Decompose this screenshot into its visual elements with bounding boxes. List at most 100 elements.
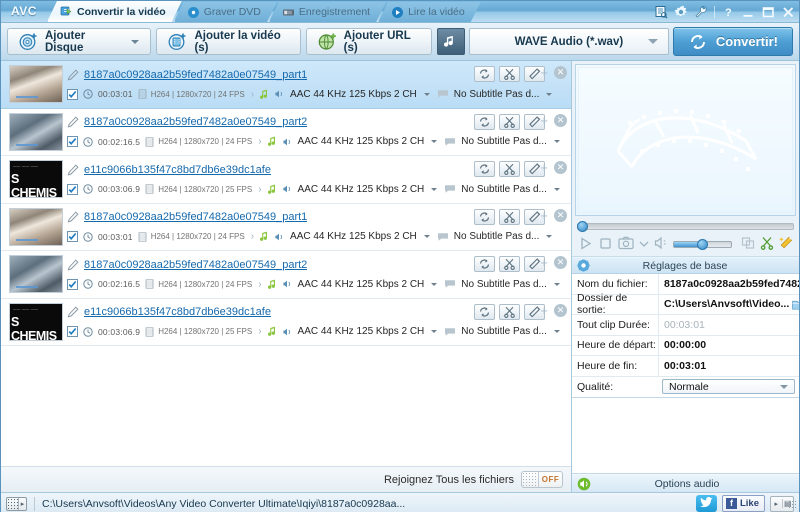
tab-recording[interactable]: Enregistrement — [269, 2, 386, 22]
settings-value[interactable]: 00:03:01 — [658, 356, 799, 376]
snapshot-button[interactable] — [618, 236, 634, 253]
join-files-toggle[interactable]: OFF — [521, 471, 563, 488]
settings-value[interactable]: C:\Users\Anvsoft\Video... — [658, 294, 799, 314]
file-name-link[interactable]: e11c9066b135f47c8bd7db6e39dc1afe — [84, 164, 271, 176]
cut-button[interactable] — [499, 113, 520, 130]
cut-button[interactable] — [760, 236, 774, 253]
remove-row-icon[interactable]: ✕ — [554, 66, 567, 79]
rename-icon[interactable] — [67, 164, 79, 176]
video-thumbnail[interactable]: —— —— —— S CHEMIS — [9, 160, 63, 199]
stop-button[interactable] — [598, 236, 613, 254]
rotate-button[interactable] — [474, 208, 495, 225]
rotate-button[interactable] — [474, 303, 495, 320]
output-format-select[interactable]: WAVE Audio (*.wav) — [468, 28, 669, 55]
video-thumbnail[interactable] — [9, 207, 63, 246]
audio-dropdown-icon[interactable] — [431, 282, 438, 286]
file-name-link[interactable]: 8187a0c0928aa2b59fed7482a0e07549_part1 — [84, 211, 307, 223]
file-name-link[interactable]: 8187a0c0928aa2b59fed7482a0e07549_part2 — [84, 116, 307, 128]
tab-convert-video[interactable]: Convertir la vidéo — [47, 1, 182, 22]
settings-value[interactable]: 8187a0c0928aa2b59fed7482... — [658, 274, 799, 294]
remove-row-icon[interactable]: ✕ — [554, 208, 567, 222]
seek-bar[interactable] — [572, 219, 799, 233]
table-row[interactable]: 8187a0c0928aa2b59fed7482a0e07549_part1 00… — [1, 61, 571, 109]
fullscreen-button[interactable] — [741, 236, 755, 253]
rotate-button[interactable] — [474, 113, 495, 130]
audio-dropdown-icon[interactable] — [431, 140, 438, 144]
rename-icon[interactable] — [67, 306, 79, 318]
remove-row-icon[interactable]: ✕ — [554, 303, 567, 317]
add-disc-button[interactable]: Ajouter Disque — [7, 28, 152, 55]
wrench-icon[interactable] — [694, 5, 708, 19]
subtitle-dropdown-icon[interactable] — [546, 92, 553, 96]
chevron-down-icon[interactable] — [131, 39, 140, 44]
cut-button[interactable] — [499, 256, 520, 272]
rotate-button[interactable] — [474, 161, 495, 177]
folder-browse-icon[interactable] — [792, 299, 799, 310]
add-row-icon[interactable]: + — [540, 256, 548, 269]
statusbar-panel-toggle[interactable]: ▸ — [6, 496, 27, 511]
settings-value[interactable]: 00:00:00 — [658, 335, 799, 355]
volume-button[interactable] — [654, 236, 668, 253]
seek-track[interactable] — [577, 220, 794, 232]
cut-button[interactable] — [499, 208, 520, 225]
video-thumbnail[interactable] — [9, 112, 63, 151]
table-row[interactable]: —— —— —— S CHEMIS e11c9066b135f47c8bd7db6e… — [1, 299, 571, 346]
audio-dropdown-icon[interactable] — [431, 330, 438, 334]
file-list[interactable]: 8187a0c0928aa2b59fed7482a0e07549_part1 00… — [1, 61, 571, 466]
twitter-share-button[interactable] — [695, 495, 717, 512]
subtitle-dropdown-icon[interactable] — [553, 187, 560, 191]
rename-icon[interactable] — [67, 116, 79, 128]
row-checkbox[interactable] — [67, 183, 78, 195]
volume-slider[interactable] — [673, 239, 732, 250]
rename-icon[interactable] — [67, 69, 79, 81]
video-thumbnail[interactable]: —— —— —— S CHEMIS — [9, 302, 63, 341]
add-row-icon[interactable]: + — [540, 161, 548, 174]
chevron-down-icon[interactable] — [639, 239, 649, 251]
help-button[interactable]: ? — [721, 5, 735, 19]
rotate-button[interactable] — [474, 66, 495, 82]
row-checkbox[interactable] — [67, 326, 78, 338]
table-row[interactable]: 8187a0c0928aa2b59fed7482a0e07549_part2 00… — [1, 109, 571, 156]
row-checkbox[interactable] — [67, 231, 78, 243]
file-name-link[interactable]: e11c9066b135f47c8bd7db6e39dc1afe — [84, 306, 271, 318]
add-row-icon[interactable]: + — [540, 114, 548, 127]
rename-icon[interactable] — [67, 211, 79, 223]
cut-button[interactable] — [499, 66, 520, 82]
video-thumbnail[interactable] — [9, 65, 63, 104]
seek-handle[interactable] — [577, 220, 588, 232]
file-name-link[interactable]: 8187a0c0928aa2b59fed7482a0e07549_part2 — [84, 259, 307, 271]
tab-burn-dvd[interactable]: Graver DVD — [174, 2, 277, 22]
add-video-button[interactable]: Ajouter la vidéo (s) — [156, 28, 301, 55]
maximize-button[interactable] — [761, 5, 775, 19]
effects-button[interactable] — [779, 236, 793, 253]
subtitle-dropdown-icon[interactable] — [546, 235, 553, 239]
add-row-icon[interactable]: + — [540, 209, 548, 222]
table-row[interactable]: —— —— —— S CHEMIS e11c9066b135f47c8bd7db6e… — [1, 156, 571, 204]
remove-row-icon[interactable]: ✕ — [554, 256, 567, 269]
quality-select[interactable]: Normale — [662, 379, 795, 395]
row-checkbox[interactable] — [67, 136, 78, 148]
convert-button[interactable]: Convertir! — [672, 27, 793, 56]
table-row[interactable]: 8187a0c0928aa2b59fed7482a0e07549_part2 00… — [1, 251, 571, 299]
tab-play-video[interactable]: Lire la vidéo — [378, 2, 481, 22]
rename-icon[interactable] — [67, 259, 79, 271]
row-checkbox[interactable] — [67, 88, 78, 100]
preview-area[interactable] — [575, 64, 796, 216]
add-row-icon[interactable]: + — [540, 66, 548, 79]
remove-row-icon[interactable]: ✕ — [554, 161, 567, 174]
facebook-like-button[interactable]: f Like — [721, 495, 765, 512]
cut-button[interactable] — [499, 303, 520, 320]
subtitle-dropdown-icon[interactable] — [553, 330, 560, 334]
audio-dropdown-icon[interactable] — [423, 235, 430, 239]
volume-handle[interactable] — [696, 239, 708, 250]
audio-options-bar[interactable]: Options audio — [572, 474, 799, 492]
audio-dropdown-icon[interactable] — [423, 92, 430, 96]
subtitle-dropdown-icon[interactable] — [553, 140, 560, 144]
cut-button[interactable] — [499, 161, 520, 177]
row-checkbox[interactable] — [67, 278, 78, 290]
table-row[interactable]: 8187a0c0928aa2b59fed7482a0e07549_part1 00… — [1, 204, 571, 251]
remove-row-icon[interactable]: ✕ — [554, 113, 567, 127]
log-icon[interactable] — [654, 5, 668, 19]
subtitle-dropdown-icon[interactable] — [553, 282, 560, 286]
close-button[interactable] — [781, 5, 795, 19]
